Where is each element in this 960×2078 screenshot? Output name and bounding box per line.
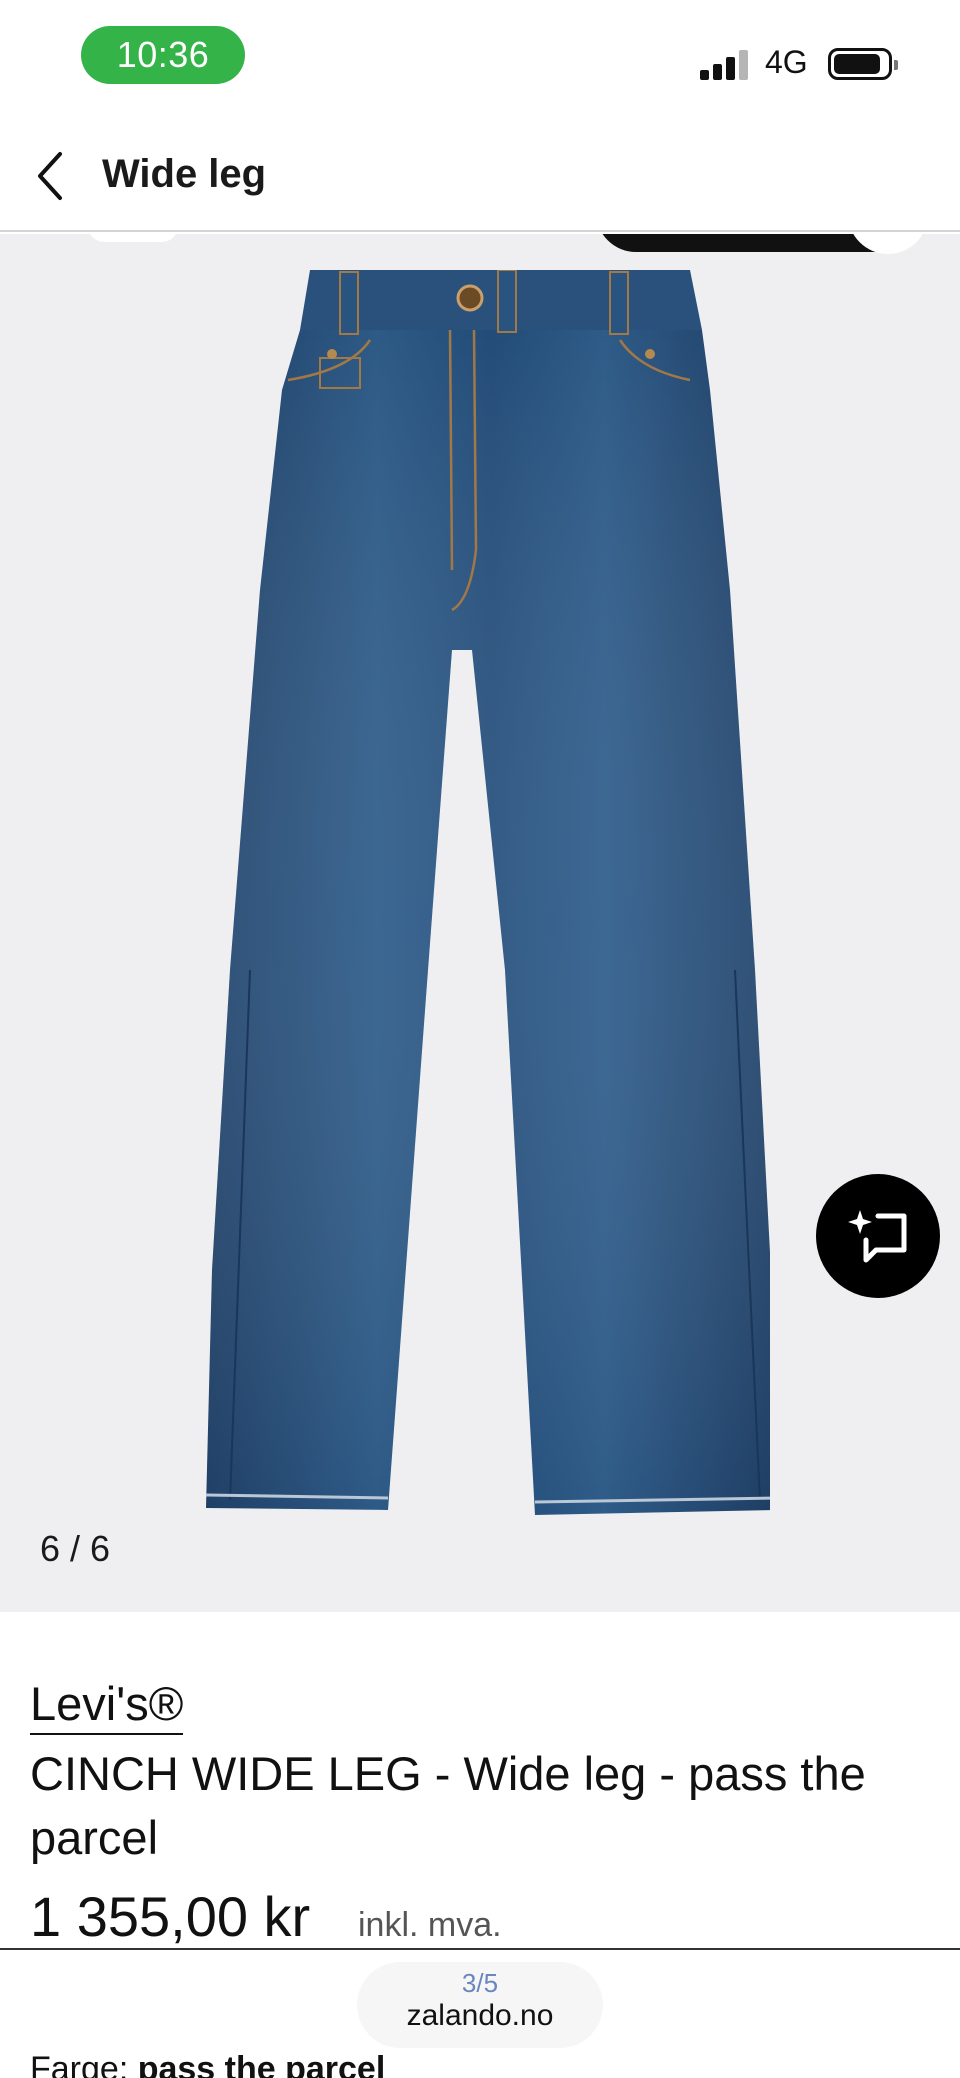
color-value: pass the parcel: [137, 2050, 386, 2078]
product-price: 1 355,00 kr: [30, 1885, 311, 1948]
find-similar-button[interactable]: [816, 1174, 940, 1298]
product-image: [205, 270, 770, 1515]
page-indicator: 3/5: [461, 1968, 499, 1998]
signal-icon: [700, 46, 752, 80]
divider: [0, 1948, 960, 1950]
product-image-gallery[interactable]: 6 / 6: [0, 234, 960, 1612]
url-text: zalando.no: [406, 1999, 554, 2032]
overlay-peek: [88, 234, 178, 242]
battery-icon: [828, 48, 898, 80]
color-label: Farge:: [30, 2050, 138, 2078]
network-type: 4G: [765, 44, 808, 80]
status-time: 10:36: [81, 26, 245, 84]
nav-bar: Wide leg: [0, 112, 960, 232]
product-info: Levi's® CINCH WIDE LEG - Wide leg - pass…: [0, 1612, 960, 2078]
status-bar: 10:36 4G: [0, 0, 960, 112]
back-button[interactable]: [30, 148, 74, 204]
chevron-left-icon: [38, 152, 62, 200]
vat-label: inkl. mva.: [358, 1906, 502, 1944]
color-row: Farge: pass the parcel: [30, 2050, 385, 2078]
sparkle-crop-icon: [848, 1210, 907, 1263]
product-page: 10:36 4G Wide leg 6 / 6 Levi's® CINCH WI…: [0, 0, 960, 2078]
browser-url-pill[interactable]: 3/5 zalando.no: [357, 1962, 603, 2048]
image-counter: 6 / 6: [40, 1528, 111, 1569]
brand-link[interactable]: Levi's®: [30, 1676, 184, 1735]
page-title: Wide leg: [102, 152, 267, 196]
product-name: CINCH WIDE LEG - Wide leg - pass the par…: [30, 1747, 866, 1864]
